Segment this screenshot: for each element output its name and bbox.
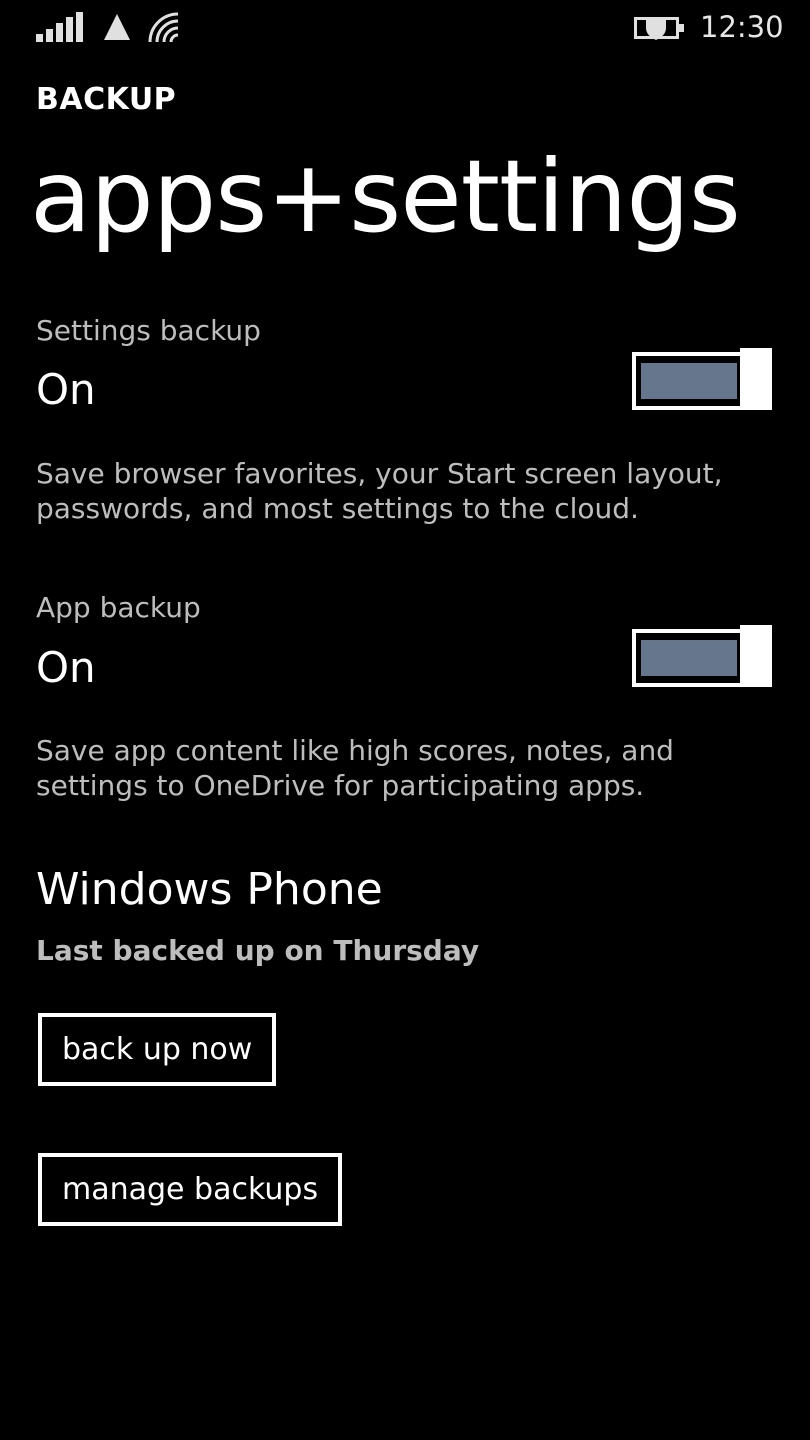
settings-backup-toggle[interactable] <box>632 348 774 414</box>
app-title: BACKUP <box>36 82 177 117</box>
network-triangle-icon <box>104 14 130 40</box>
page-title: apps+settings <box>30 138 741 255</box>
settings-backup-label: Settings backup <box>36 314 261 347</box>
signal-strength-icon <box>36 12 83 42</box>
toggle-fill <box>641 640 737 676</box>
toggle-fill <box>641 363 737 399</box>
back-up-now-button[interactable]: back up now <box>38 1013 277 1086</box>
device-name: Windows Phone <box>36 864 383 915</box>
app-backup-toggle[interactable] <box>632 625 774 691</box>
app-backup-value: On <box>36 643 96 692</box>
toggle-thumb[interactable] <box>740 348 772 410</box>
last-backup-status: Last backed up on Thursday <box>36 934 480 967</box>
wifi-icon <box>148 12 179 43</box>
manage-backups-button[interactable]: manage backups <box>38 1153 343 1226</box>
toggle-thumb[interactable] <box>740 625 772 687</box>
app-backup-label: App backup <box>36 591 201 624</box>
settings-backup-description: Save browser favorites, your Start scree… <box>36 457 723 525</box>
app-backup-description: Save app content like high scores, notes… <box>36 734 674 802</box>
settings-backup-value: On <box>36 365 96 414</box>
status-bar: 12:30 <box>0 0 810 56</box>
battery-saver-icon <box>634 17 684 40</box>
status-time: 12:30 <box>700 10 784 44</box>
